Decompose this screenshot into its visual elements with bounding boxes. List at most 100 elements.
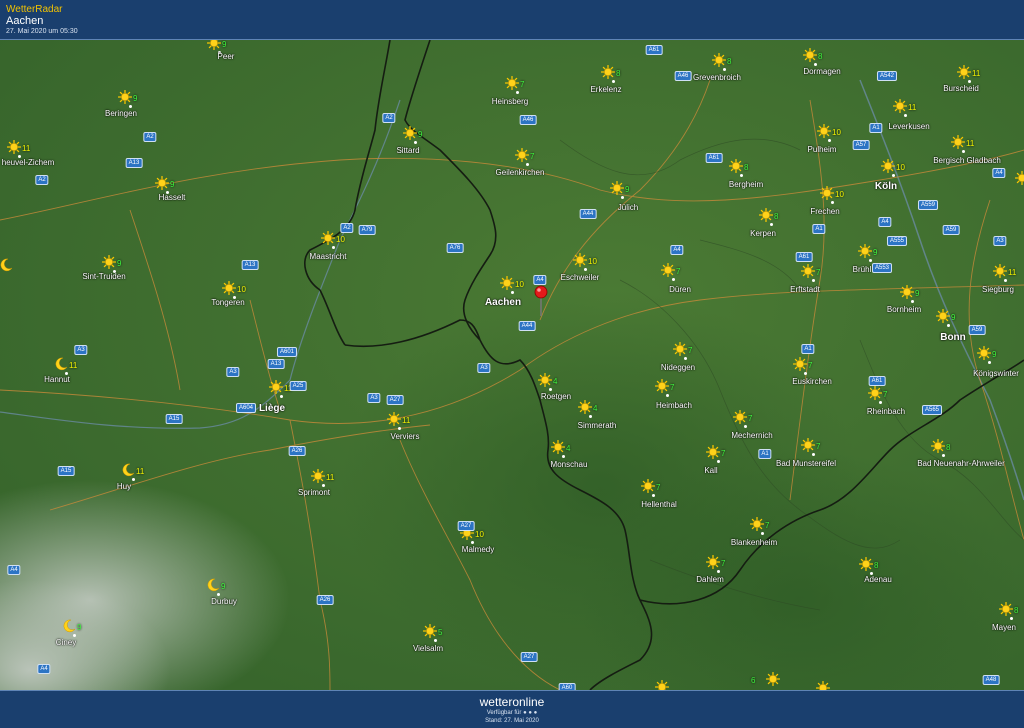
city-label[interactable]: Grevenbroich [693,73,741,82]
city-label[interactable]: Maastricht [310,252,347,261]
city-label[interactable]: Sint-Truiden [82,272,125,281]
city-label[interactable]: Hasselt [159,193,186,202]
road-shield: A1 [812,224,826,234]
city-dot [621,196,624,199]
road-shield: A61 [645,45,663,55]
sun-icon [951,135,965,149]
city-dot [740,174,743,177]
road-shield: A4 [37,664,51,674]
city-label[interactable]: Bergisch Gladbach [933,156,1001,165]
city-label[interactable]: Tongeren [211,298,244,307]
sun-icon [868,386,882,400]
location-pin-icon[interactable] [533,284,549,316]
city-label[interactable]: Malmedy [462,545,494,554]
city-label[interactable]: Aachen [485,297,521,308]
temperature-label: 8 [774,212,779,221]
city-label[interactable]: Mayen [992,623,1016,632]
city-label[interactable]: Durbuy [211,597,237,606]
city-dot [717,460,720,463]
weather-map[interactable]: 9 Peer 9 Beringen 11 heuvel-Zichem 9 Hasselt 9 Si… [0,40,1024,690]
city-label[interactable]: Euskirchen [792,377,832,386]
temperature-label: 6 [751,676,756,685]
sun-icon [311,469,325,483]
city-label[interactable]: Brühl [853,265,872,274]
city-label[interactable]: Adenau [864,575,892,584]
city-label[interactable]: Sittard [396,146,419,155]
city-label[interactable]: Hannut [44,375,70,384]
city-label[interactable]: Düren [669,285,691,294]
sun-icon [999,602,1013,616]
sun-icon [900,285,914,299]
city-label[interactable]: Liège [259,403,285,414]
city-label[interactable]: Simmerath [578,421,617,430]
city-label[interactable]: Geilenkirchen [496,168,545,177]
city-label[interactable]: Bad Munstereifel [776,459,836,468]
city-label[interactable]: heuvel-Zichem [2,158,54,167]
city-label[interactable]: Beringen [105,109,137,118]
city-label[interactable]: Jülich [618,203,638,212]
city-label[interactable]: Ciney [56,638,76,647]
city-label[interactable]: Kerpen [750,229,776,238]
city-dot [804,372,807,375]
temperature-label: 11 [69,361,78,370]
road-shield: A44 [518,321,536,331]
city-label[interactable]: Bad Neuenahr-Ahrweiler [917,459,1005,468]
sun-icon [155,176,169,190]
city-label[interactable]: Bornheim [887,305,921,314]
city-label[interactable]: Erkelenz [590,85,621,94]
road-shield: A60 [558,683,576,690]
temperature-label: 8 [616,69,621,78]
moon-icon [63,619,76,633]
city-label[interactable]: Bonn [940,332,966,343]
city-label[interactable]: Vielsalm [413,644,443,653]
location-title[interactable]: Aachen [6,15,43,27]
city-label[interactable]: Leverkusen [888,122,929,131]
city-label[interactable]: Dahlem [696,575,724,584]
city-label[interactable]: Hellenthal [641,500,677,509]
city-label[interactable]: Bergheim [729,180,763,189]
temperature-label: 8 [818,52,823,61]
city-label[interactable]: Rheinbach [867,407,905,416]
sun-icon [858,244,872,258]
city-label[interactable]: Siegburg [982,285,1014,294]
temperature-label: 4 [553,377,558,386]
city-dot [770,223,773,226]
city-label[interactable]: Pulheim [808,145,837,154]
city-dot [879,401,882,404]
city-label[interactable]: Erftstadt [790,285,820,294]
city-label[interactable]: Köln [875,181,897,192]
city-label[interactable]: Nideggen [661,363,695,372]
city-label[interactable]: Frechen [810,207,839,216]
sun-icon [505,76,519,90]
city-label[interactable]: Sprimont [298,488,330,497]
city-label[interactable]: Heimbach [656,401,692,410]
road-shield: A4 [878,217,892,227]
city-label[interactable]: Dormagen [803,67,840,76]
city-label[interactable]: Peer [218,52,235,61]
city-label[interactable]: Huy [117,482,131,491]
city-dot [1010,617,1013,620]
city-dot [526,163,529,166]
city-label[interactable]: Eschweiler [561,273,600,282]
temperature-label: 7 [688,346,693,355]
city-label[interactable]: Burscheid [943,84,979,93]
city-label[interactable]: Monschau [551,460,588,469]
city-label[interactable]: Königswinter [973,369,1019,378]
temperature-label: 11 [972,69,981,78]
moon-icon [122,463,135,477]
temperature-label: 7 [816,442,821,451]
city-label[interactable]: Heinsberg [492,97,528,106]
road-shield: A3 [74,345,88,355]
road-shield: A565 [921,405,943,415]
temperature-label: 9 [951,313,956,322]
sun-icon [801,264,815,278]
city-label[interactable]: Kall [704,466,717,475]
brand-logo[interactable]: wetteronline [0,695,1024,709]
city-label[interactable]: Verviers [391,432,420,441]
sun-icon [712,53,726,67]
sun-icon [403,126,417,140]
city-label[interactable]: Blankenheim [731,538,777,547]
city-label[interactable]: Mechernich [731,431,772,440]
temperature-label: 11 [22,144,31,153]
city-label[interactable]: Roetgen [541,392,571,401]
